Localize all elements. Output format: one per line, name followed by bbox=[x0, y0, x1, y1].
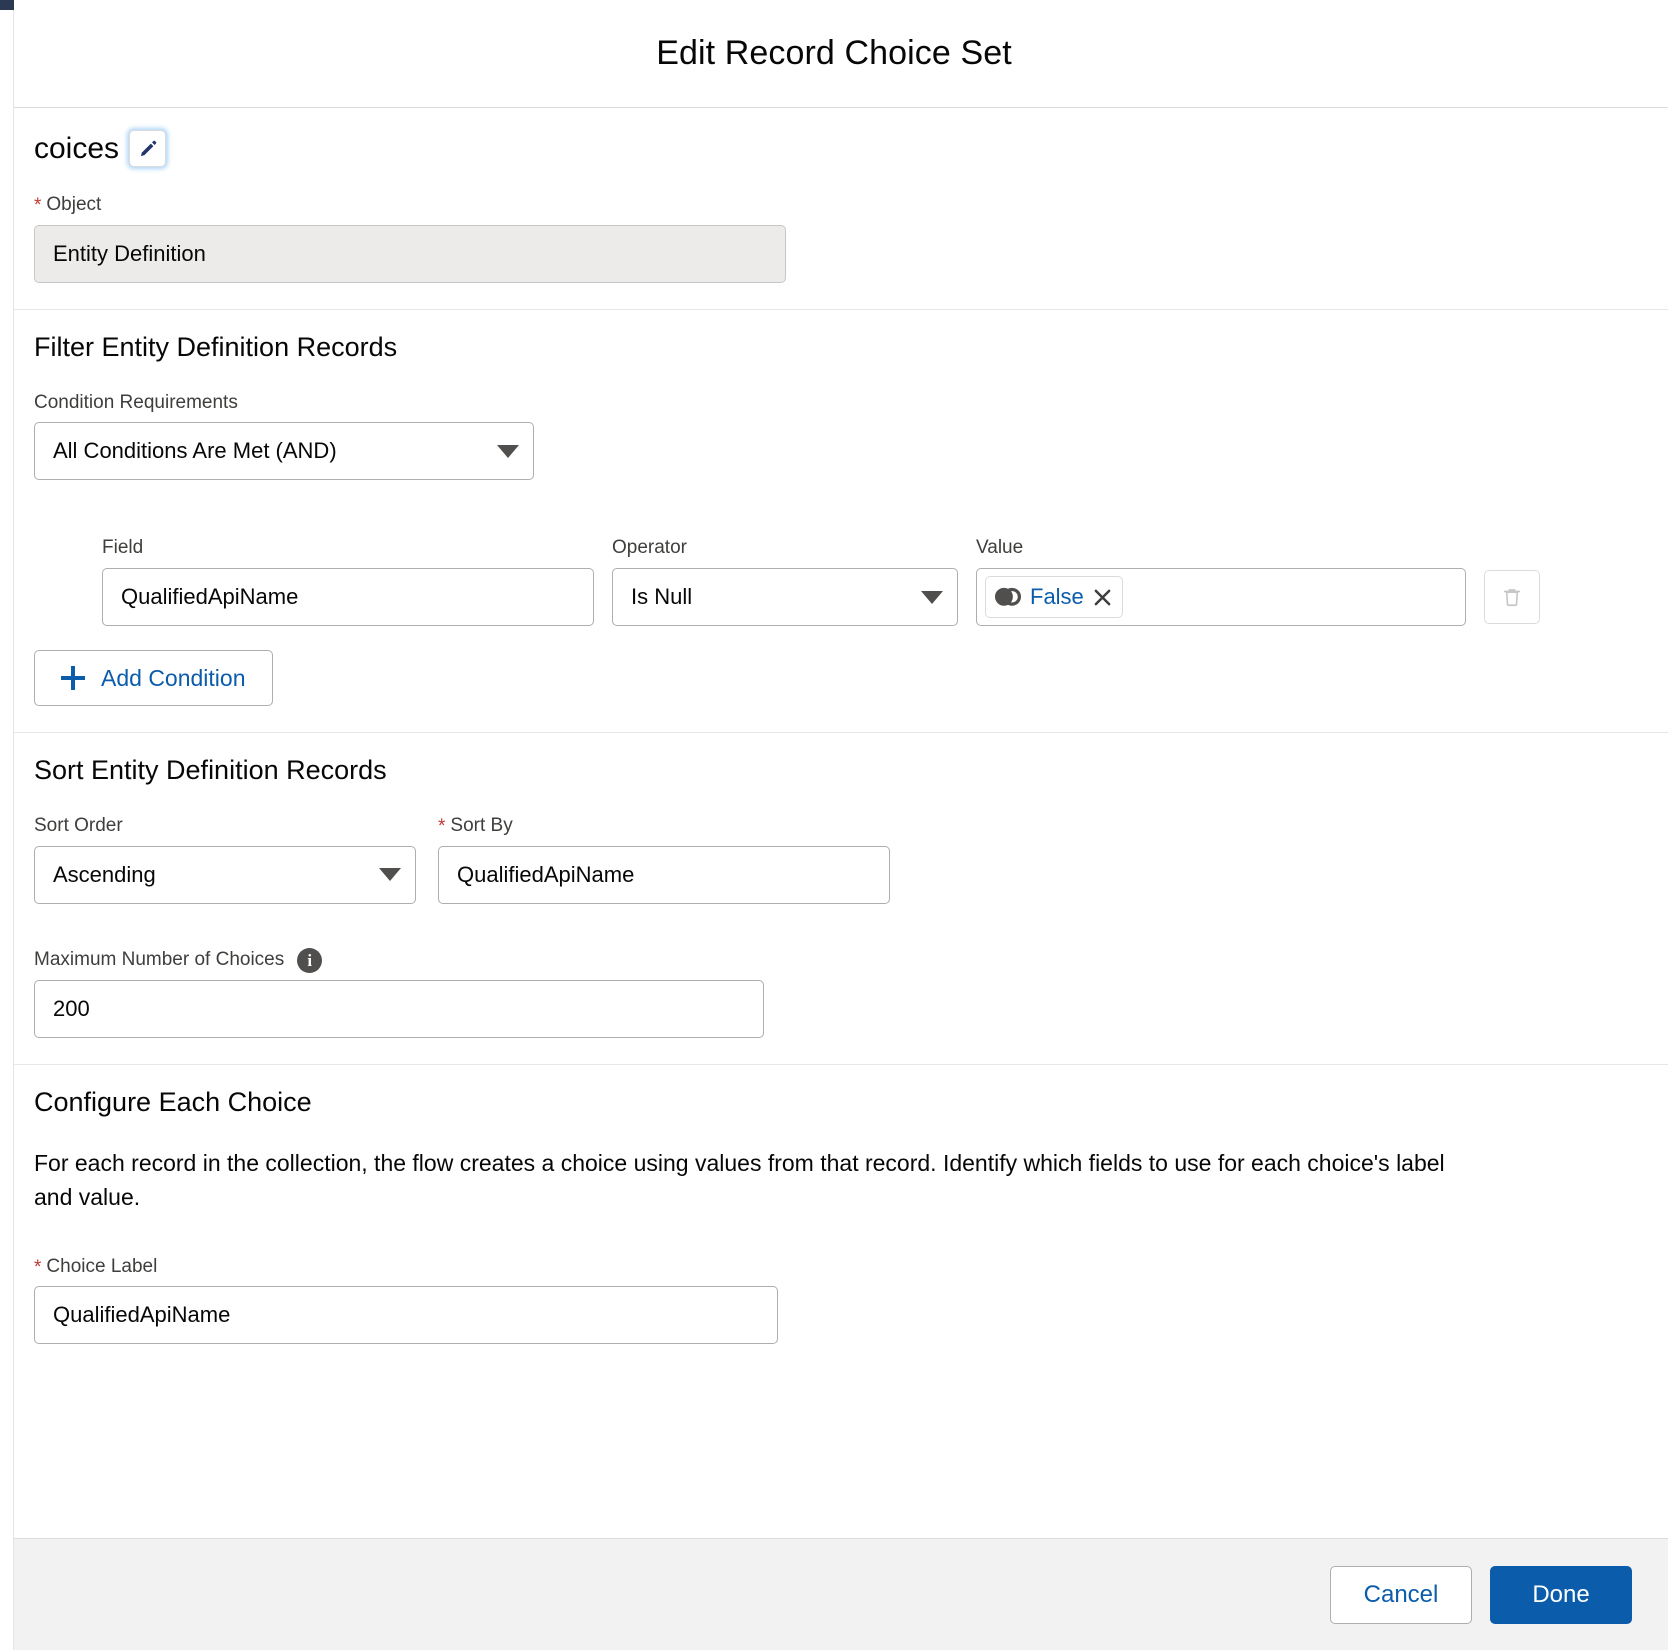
modal-body: coices * Object Entity Definition Filter… bbox=[0, 108, 1668, 1538]
condition-requirements-label: Condition Requirements bbox=[34, 391, 238, 413]
object-input[interactable]: Entity Definition bbox=[34, 224, 786, 283]
configure-section-heading: Configure Each Choice bbox=[34, 1086, 312, 1117]
chevron-down-icon bbox=[921, 590, 943, 604]
chevron-down-icon bbox=[497, 444, 519, 458]
sort-section: Sort Entity Definition Records Sort Orde… bbox=[14, 733, 1668, 1065]
condition-value-col: Value False bbox=[976, 536, 1466, 627]
edit-record-choice-set-modal: Edit Record Choice Set coices * Object E… bbox=[0, 0, 1668, 1650]
choice-label-input[interactable]: QualifiedApiName bbox=[34, 1286, 778, 1345]
modal-header: Edit Record Choice Set bbox=[0, 0, 1668, 108]
field-column-label: Field bbox=[102, 537, 144, 559]
boolean-merge-icon bbox=[995, 587, 1021, 607]
max-choices-label: Maximum Number of Choices i bbox=[34, 947, 1634, 973]
choice-set-name: coices bbox=[34, 131, 120, 165]
condition-requirements-value: All Conditions Are Met (AND) bbox=[53, 438, 337, 464]
sort-by-input[interactable]: QualifiedApiName bbox=[438, 845, 890, 904]
sort-by-col: * Sort By QualifiedApiName bbox=[438, 814, 890, 904]
chevron-down-icon bbox=[379, 868, 401, 882]
condition-operator-col: Operator Is Null bbox=[612, 536, 958, 627]
condition-operator-value: Is Null bbox=[631, 584, 693, 610]
close-icon[interactable] bbox=[1093, 588, 1112, 607]
left-edge-rail bbox=[0, 0, 14, 1650]
pencil-icon bbox=[138, 139, 158, 159]
add-condition-label: Add Condition bbox=[101, 664, 246, 691]
operator-column-label: Operator bbox=[612, 537, 687, 559]
modal-footer: Cancel Done bbox=[14, 1538, 1668, 1650]
configure-each-choice-section: Configure Each Choice For each record in… bbox=[14, 1065, 1668, 1371]
plus-icon bbox=[61, 666, 85, 691]
required-asterisk: * bbox=[34, 194, 42, 216]
value-pill-text: False bbox=[1030, 584, 1084, 610]
value-column-label: Value bbox=[976, 537, 1024, 559]
condition-operator-select[interactable]: Is Null bbox=[612, 568, 958, 627]
add-condition-button[interactable]: Add Condition bbox=[34, 650, 273, 707]
required-asterisk: * bbox=[34, 1256, 42, 1278]
object-section: coices * Object Entity Definition bbox=[14, 108, 1668, 310]
condition-field-input[interactable]: QualifiedApiName bbox=[102, 568, 594, 627]
configure-description: For each record in the collection, the f… bbox=[34, 1149, 1445, 1211]
filter-section-heading: Filter Entity Definition Records bbox=[34, 331, 398, 362]
condition-field-col: Field QualifiedApiName bbox=[102, 536, 594, 627]
sort-row: Sort Order Ascending * Sort By Qualified… bbox=[34, 814, 1634, 904]
sort-order-select[interactable]: Ascending bbox=[34, 845, 416, 904]
choice-label-field-label: * Choice Label bbox=[34, 1255, 1634, 1280]
condition-requirements-select[interactable]: All Conditions Are Met (AND) bbox=[34, 422, 534, 481]
object-label-text: Object bbox=[46, 194, 102, 215]
cancel-button[interactable]: Cancel bbox=[1330, 1565, 1472, 1624]
required-asterisk: * bbox=[438, 815, 446, 837]
sort-order-col: Sort Order Ascending bbox=[34, 814, 416, 904]
sort-by-label: * Sort By bbox=[438, 814, 890, 839]
done-button[interactable]: Done bbox=[1490, 1565, 1632, 1624]
choice-set-name-row: coices bbox=[34, 130, 1634, 167]
trash-icon bbox=[1501, 586, 1523, 608]
sort-by-label-text: Sort By bbox=[450, 815, 513, 837]
sort-order-value: Ascending bbox=[53, 861, 156, 887]
object-field-label: * Object bbox=[34, 193, 1634, 218]
condition-row: Field QualifiedApiName Operator Is Null … bbox=[102, 536, 1634, 627]
sort-section-heading: Sort Entity Definition Records bbox=[34, 755, 387, 786]
value-pill[interactable]: False bbox=[985, 576, 1123, 619]
filter-section: Filter Entity Definition Records Conditi… bbox=[14, 310, 1668, 734]
condition-value-input[interactable]: False bbox=[976, 568, 1466, 627]
edit-name-button[interactable] bbox=[129, 130, 167, 167]
delete-condition-button[interactable] bbox=[1484, 570, 1540, 625]
max-choices-label-text: Maximum Number of Choices bbox=[34, 948, 285, 970]
info-icon[interactable]: i bbox=[297, 947, 323, 973]
max-choices-input[interactable]: 200 bbox=[34, 979, 764, 1038]
page-title: Edit Record Choice Set bbox=[656, 34, 1012, 72]
rail-notch bbox=[0, 0, 14, 10]
choice-label-label-text: Choice Label bbox=[46, 1255, 158, 1277]
sort-order-label: Sort Order bbox=[34, 815, 123, 837]
